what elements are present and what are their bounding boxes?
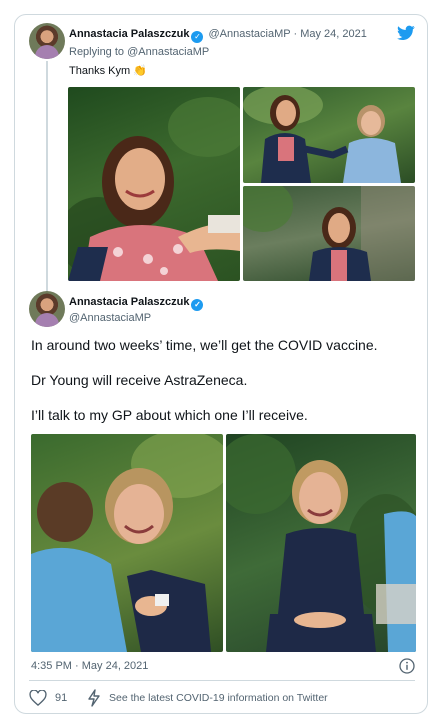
reply-text-content: Thanks Kym xyxy=(69,65,131,77)
clapping-hands-emoji: 👏 xyxy=(133,65,147,77)
author-name[interactable]: Annastacia Palaszczuk xyxy=(69,296,189,308)
avatar[interactable] xyxy=(29,23,65,59)
media-photo[interactable] xyxy=(68,87,240,281)
tweet-text-line: In around two weeks’ time, we’ll get the… xyxy=(31,337,378,353)
thread-connector-line xyxy=(46,61,48,297)
twitter-bird-icon[interactable] xyxy=(397,25,415,41)
verified-badge-icon: ✓ xyxy=(191,299,204,311)
replying-to-line: Replying to @AnnastaciaMP xyxy=(69,46,209,58)
media-photo[interactable] xyxy=(243,186,415,281)
photo-illustration xyxy=(68,97,240,281)
tweet-timestamp[interactable]: 4:35 PM · May 24, 2021 xyxy=(31,660,148,672)
tweet-embed-card: Annastacia Palaszczuk ✓ @AnnastaciaMP · M… xyxy=(14,14,428,714)
photo-illustration xyxy=(31,434,223,652)
verified-badge-icon: ✓ xyxy=(191,31,204,43)
replying-to-label: Replying to xyxy=(69,46,125,58)
divider xyxy=(29,680,415,681)
author-handle[interactable]: @AnnastaciaMP xyxy=(209,28,291,40)
tweet-text-line: I’ll talk to my GP about which one I’ll … xyxy=(31,407,308,423)
photo-illustration xyxy=(243,87,401,183)
author-name-row: Annastacia Palaszczuk ✓ xyxy=(69,296,205,311)
media-photo[interactable] xyxy=(226,434,416,652)
tweet-text-line: Dr Young will receive AstraZeneca. xyxy=(31,372,248,388)
reply-header: Annastacia Palaszczuk ✓ @AnnastaciaMP · M… xyxy=(69,28,367,43)
photo-illustration xyxy=(226,434,416,652)
heart-icon xyxy=(29,690,47,706)
avatar[interactable] xyxy=(29,291,65,327)
info-icon[interactable] xyxy=(399,658,415,674)
reply-text: Thanks Kym 👏 xyxy=(69,64,147,77)
covid-info-link[interactable]: See the latest COVID-19 information on T… xyxy=(87,688,328,708)
media-photo[interactable] xyxy=(31,434,223,652)
covid-info-text: See the latest COVID-19 information on T… xyxy=(109,692,328,704)
replying-to-handle[interactable]: @AnnastaciaMP xyxy=(127,46,209,58)
lightning-icon xyxy=(88,689,100,707)
like-action[interactable]: 91 xyxy=(29,688,67,708)
tweet-date[interactable]: May 24, 2021 xyxy=(300,28,367,40)
author-name[interactable]: Annastacia Palaszczuk xyxy=(69,28,189,40)
separator: · xyxy=(293,28,298,40)
media-photo[interactable] xyxy=(243,87,415,183)
like-count: 91 xyxy=(55,692,68,704)
photo-illustration xyxy=(243,186,415,281)
author-handle[interactable]: @AnnastaciaMP xyxy=(69,312,151,324)
